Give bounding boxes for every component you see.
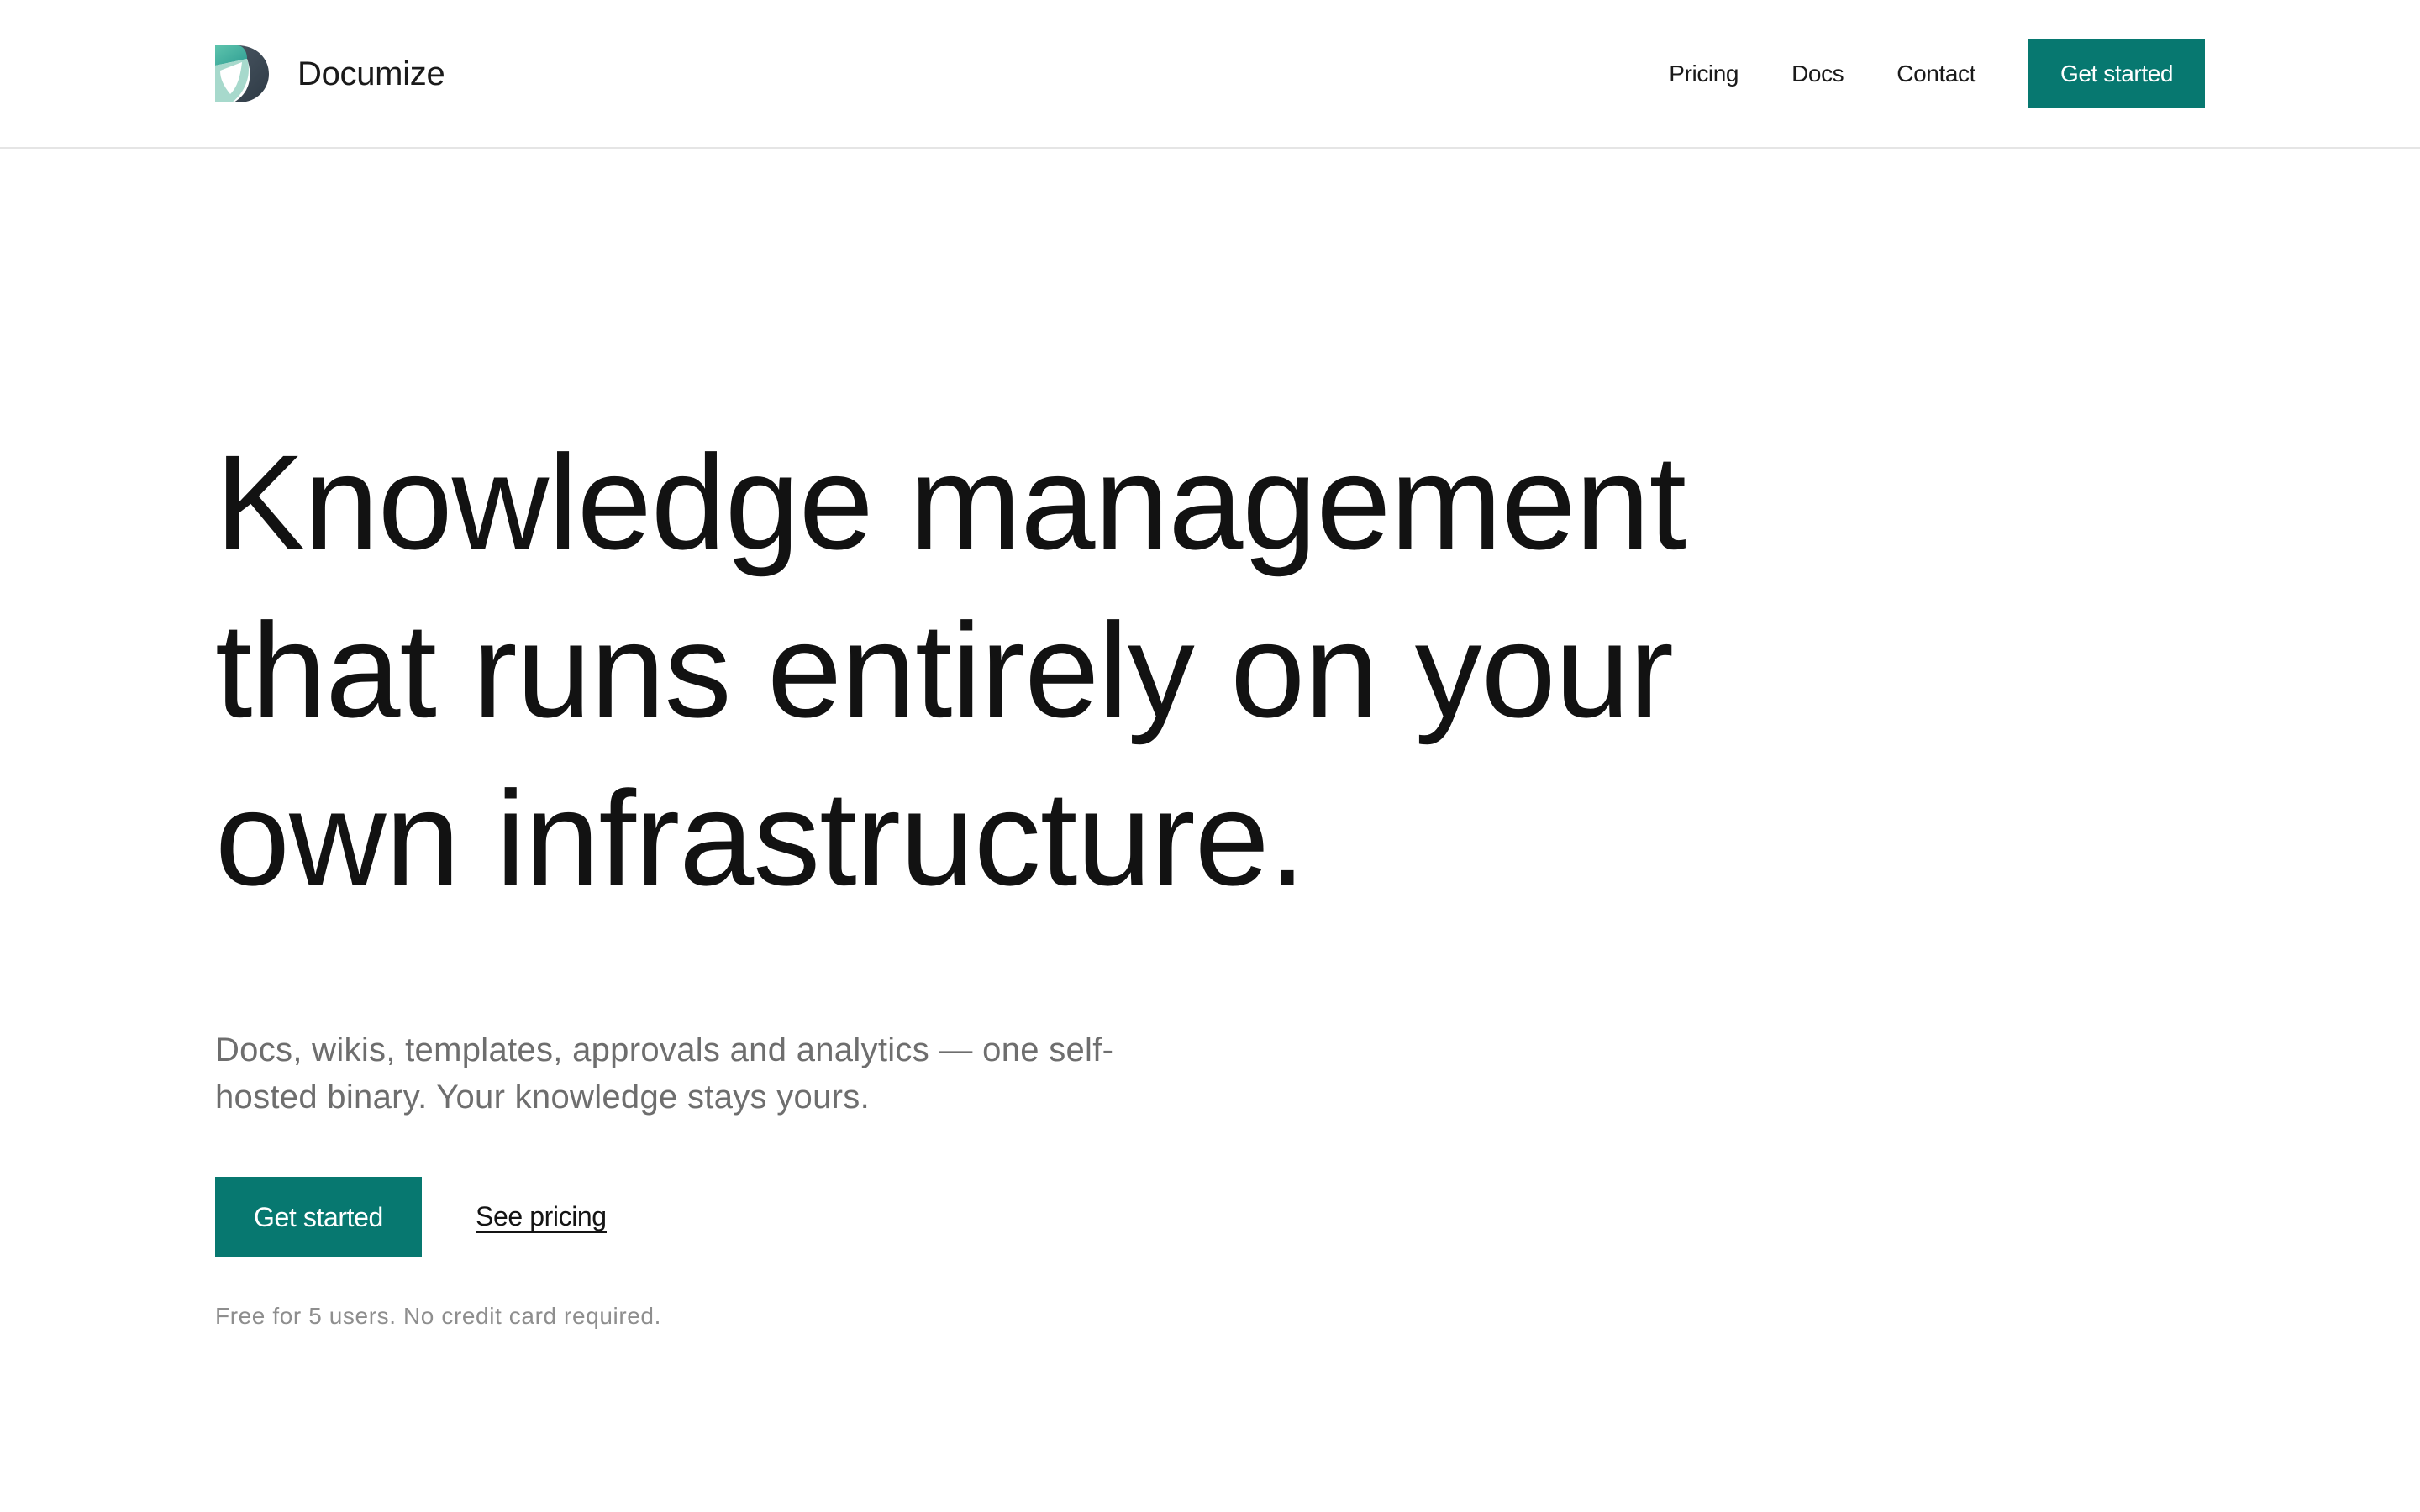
hero-title-line-2: that runs entirely on your <box>215 595 1674 745</box>
hero-title: Knowledge management that runs entirely … <box>215 418 1812 922</box>
hero-title-line-3: own infrastructure. <box>215 763 1306 913</box>
header-get-started-button[interactable]: Get started <box>2028 39 2205 108</box>
hero-subtitle-line-2: hosted binary. Your knowledge stays your… <box>215 1079 870 1116</box>
hero-get-started-button[interactable]: Get started <box>215 1177 422 1257</box>
documize-logo-icon <box>215 45 269 102</box>
nav-link-pricing[interactable]: Pricing <box>1669 60 1739 87</box>
hero-fineprint: Free for 5 users. No credit card require… <box>215 1303 661 1329</box>
brand[interactable]: Documize <box>215 44 445 104</box>
hero-title-line-1: Knowledge management <box>215 427 1686 577</box>
brand-name: Documize <box>297 55 445 92</box>
nav-link-docs[interactable]: Docs <box>1791 60 1844 87</box>
site-header: Documize Pricing Docs Contact Get starte… <box>0 0 2420 149</box>
top-nav: Pricing Docs Contact Get started <box>1669 39 2205 108</box>
nav-link-contact[interactable]: Contact <box>1897 60 1975 87</box>
hero-subtitle-line-1: Docs, wikis, templates, approvals and an… <box>215 1032 1114 1068</box>
see-pricing-link[interactable]: See pricing <box>476 1201 607 1233</box>
hero-actions: Get started See pricing <box>215 1177 607 1257</box>
hero-subtitle: Docs, wikis, templates, approvals and an… <box>215 1026 1190 1121</box>
